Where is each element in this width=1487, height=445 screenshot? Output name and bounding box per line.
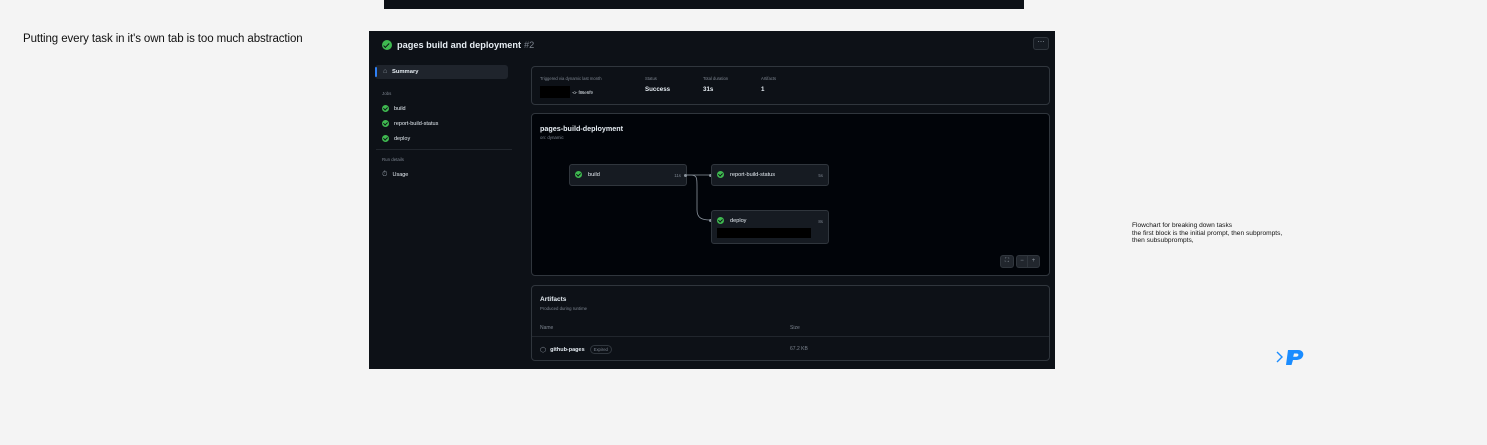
job-node-label: build (588, 172, 600, 178)
job-node-report-build-status[interactable]: report-build-status 5s (711, 164, 829, 186)
note-line: then subsubprompts, (1132, 237, 1194, 245)
sidebar-item-usage[interactable]: ⏱ Usage (382, 171, 408, 179)
run-number: #2 (524, 40, 535, 50)
duration-value: 31s (703, 86, 714, 93)
artifacts-count[interactable]: 1 (761, 86, 776, 93)
run-header: pages build and deployment #2 (382, 39, 534, 51)
job-node-label: deploy (730, 218, 747, 224)
success-check-icon (717, 171, 724, 178)
brand-logo-icon (1276, 350, 1304, 365)
sidebar-item-label: deploy (394, 135, 411, 142)
kebab-icon[interactable]: ⋯ (1033, 37, 1049, 50)
artifact-row[interactable]: ⬡ github-pages Expired (540, 345, 612, 354)
run-title: pages build and deployment (397, 40, 522, 50)
sidebar-item-label: report-build-status (394, 120, 439, 127)
success-check-icon (575, 171, 582, 178)
sidebar-item-label: Summary (392, 69, 419, 75)
stopwatch-icon: ⏱ (382, 171, 388, 178)
triggered-label: Triggered via dynamic last month (540, 76, 602, 81)
sidebar-item-summary[interactable]: ⌂ Summary (375, 65, 508, 79)
job-node-build[interactable]: build 11s (569, 164, 687, 186)
status-label: Status (645, 76, 657, 81)
artifacts-card: Artifacts Produced during runtime Name S… (531, 285, 1050, 361)
commit-link[interactable]: -o- f86e6f9 (572, 90, 593, 95)
duration-cell: Total duration 31s (703, 76, 728, 93)
table-divider (532, 336, 1049, 337)
sidebar-divider (376, 149, 512, 150)
job-node-duration: 11s (674, 173, 681, 178)
job-node-duration: 8s (818, 219, 823, 224)
job-node-label: report-build-status (730, 172, 776, 178)
duration-label: Total duration (703, 76, 729, 81)
artifacts-label: Artifacts (761, 76, 777, 81)
artifact-name[interactable]: github-pages (550, 347, 585, 353)
fullscreen-icon[interactable]: ⛶ (1000, 255, 1014, 268)
jobs-heading: Jobs (382, 91, 392, 96)
package-icon: ⬡ (540, 346, 547, 354)
note-line: Flowchart for breaking down tasks (1132, 222, 1233, 229)
trigger-cell: Triggered via dynamic last month -o- f86… (540, 76, 602, 98)
job-node-deploy[interactable]: deploy 8s (711, 210, 829, 244)
flowchart-note: Flowchart for breaking down tasks the fi… (1132, 222, 1282, 245)
job-node-duration: 5s (818, 173, 823, 178)
top-dark-bar (384, 0, 1024, 9)
connector-dot (684, 174, 687, 177)
artifact-size: 67.2 KB (790, 346, 808, 352)
redacted-block (540, 86, 570, 98)
sidebar-item-label: build (394, 105, 406, 112)
sidebar-item-report-build-status[interactable]: report-build-status (382, 120, 438, 127)
active-indicator (375, 67, 377, 77)
success-check-icon (382, 40, 392, 50)
run-details-heading: Run details (382, 157, 404, 162)
expired-badge: Expired (589, 345, 612, 354)
home-icon: ⌂ (383, 68, 388, 75)
workflow-graph-card: pages-build-deployment on: dynamic build… (531, 113, 1050, 276)
zoom-in-button[interactable]: + (1027, 255, 1040, 268)
artifacts-name-header: Name (540, 325, 554, 331)
artifacts-subtitle: Produced during runtime (540, 306, 588, 311)
sidebar-item-build[interactable]: build (382, 105, 406, 112)
success-check-icon (382, 135, 389, 142)
run-summary-card: Triggered via dynamic last month -o- f86… (531, 66, 1050, 105)
sidebar-item-deploy[interactable]: deploy (382, 135, 410, 142)
note-line: the first block is the initial prompt, t… (1132, 229, 1283, 237)
artifacts-size-header: Size (790, 325, 800, 331)
status-value: Success (645, 86, 671, 93)
success-check-icon (717, 217, 724, 224)
status-cell: Status Success (645, 76, 670, 93)
redacted-block (717, 228, 811, 238)
artifacts-title: Artifacts (540, 296, 567, 303)
abstraction-note: Putting every task in it's own tab is to… (23, 33, 303, 45)
zoom-out-button[interactable]: − (1016, 255, 1027, 268)
job-connectors (685, 174, 711, 221)
success-check-icon (382, 120, 389, 127)
artifacts-cell: Artifacts 1 (761, 76, 776, 93)
github-actions-screenshot: pages build and deployment #2 ⋯ ⌂ Summar… (369, 31, 1055, 369)
sidebar-item-label: Usage (392, 172, 409, 178)
success-check-icon (382, 105, 389, 112)
